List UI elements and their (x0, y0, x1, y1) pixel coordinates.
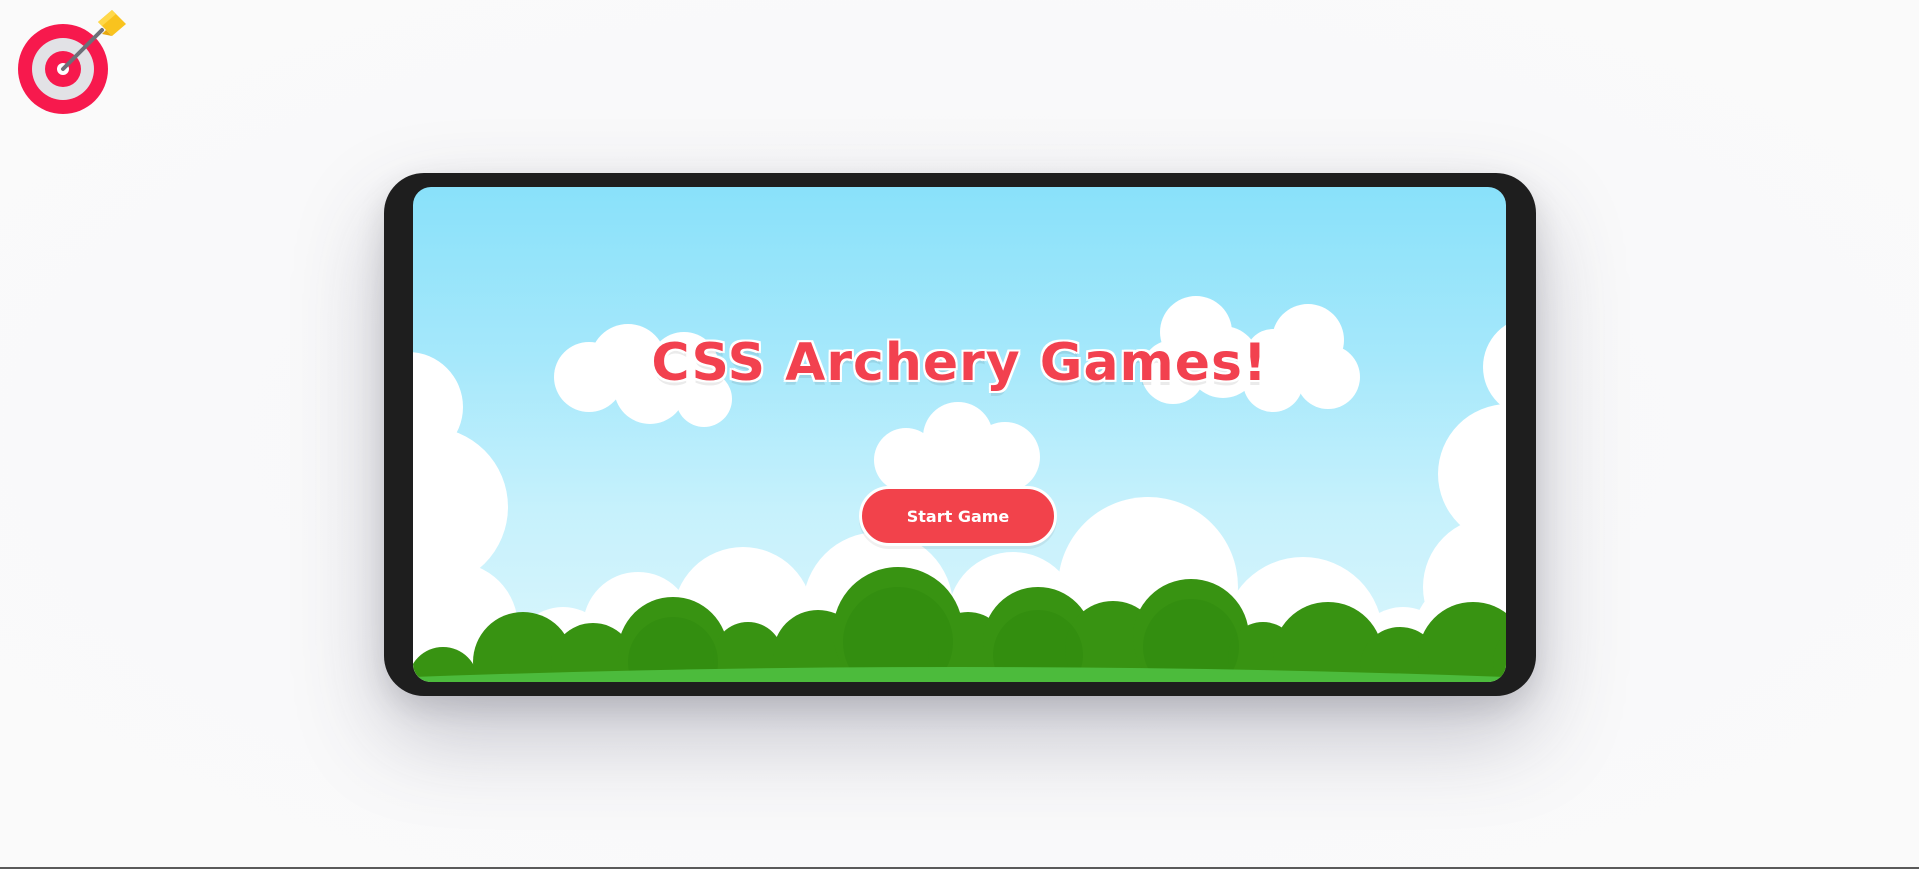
game-scene (413, 296, 1506, 682)
game-title: CSS Archery Games! (651, 333, 1268, 393)
game-device-frame: CSS Archery Games! Start Game (384, 173, 1536, 696)
page: CSS Archery Games! Start Game (0, 0, 1919, 869)
archery-target-icon (18, 10, 126, 114)
game-screen: CSS Archery Games! Start Game (413, 187, 1506, 682)
start-game-button[interactable]: Start Game (859, 486, 1057, 546)
